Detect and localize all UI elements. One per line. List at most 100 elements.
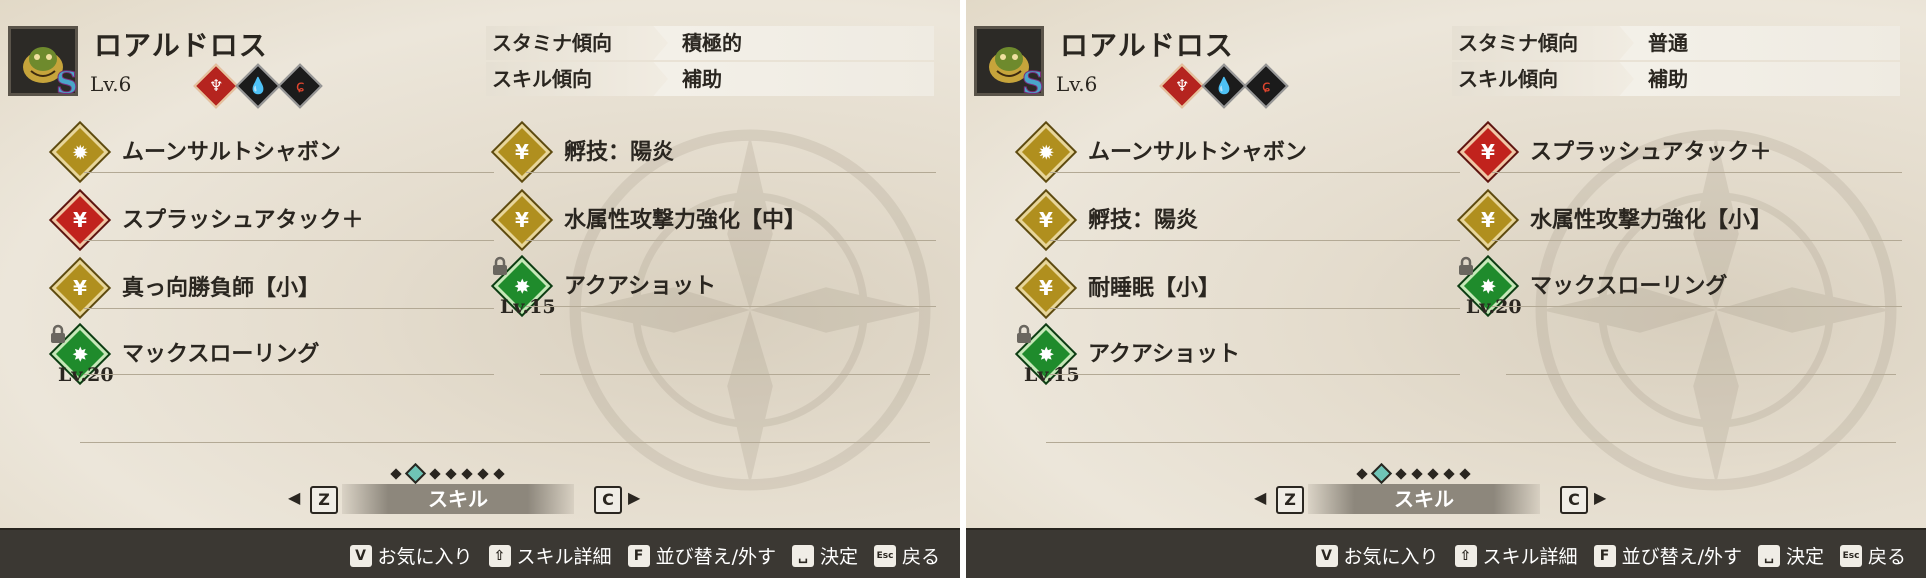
skill-slot[interactable]: ✹ ムーンサルトシャボン xyxy=(1017,123,1460,181)
skill-slot-locked[interactable]: ✸ Lv.20 マックスローリング xyxy=(1459,256,1902,318)
page-dot xyxy=(493,467,505,480)
footer-label: お気に入り xyxy=(1343,546,1439,568)
divider xyxy=(540,374,930,375)
monstie-panel-right: S ロアルドロス Lv.6 ♆ 💧 ɕ スタミナ傾向 普通 スキル傾向 補助 ✹… xyxy=(966,0,1926,578)
footer-label: お気に入り xyxy=(377,546,473,568)
tab-skills[interactable]: スキル xyxy=(1308,484,1540,514)
back-action[interactable]: Esc 戻る xyxy=(1839,542,1906,569)
info-value: 補助 xyxy=(1648,67,1688,91)
lock-icon xyxy=(1456,256,1476,276)
lock-icon xyxy=(48,324,68,344)
favorite-action[interactable]: V お気に入り xyxy=(349,542,473,569)
skill-slot-locked[interactable]: ✸ Lv.15 アクアショット xyxy=(1017,324,1460,386)
sort-remove-action[interactable]: F 並び替え/外す xyxy=(1593,542,1742,569)
divider xyxy=(1492,306,1902,307)
shift-key-icon: ⇧ xyxy=(1454,544,1477,567)
divider xyxy=(526,172,936,173)
water-element-icon: 💧 xyxy=(235,63,281,109)
info-key: スタミナ傾向 xyxy=(486,26,668,60)
divider xyxy=(84,172,494,173)
divider xyxy=(1050,308,1460,309)
skill-name: スプラッシュアタック＋ xyxy=(122,208,364,233)
monster-name: ロアルドロス xyxy=(1060,29,1234,62)
power-attack-icon: ♆ xyxy=(1159,63,1205,109)
confirm-action[interactable]: ␣ 決定 xyxy=(791,542,858,569)
divider xyxy=(80,442,930,443)
page-dot-active xyxy=(404,462,427,485)
f-key-icon: F xyxy=(1593,544,1616,567)
skill-detail-action[interactable]: ⇧ スキル詳細 xyxy=(1454,542,1578,569)
divider xyxy=(1050,240,1460,241)
chevron-left-icon[interactable]: ◀ xyxy=(288,488,300,507)
prev-tab-key[interactable]: Z xyxy=(310,486,338,514)
divider xyxy=(1492,240,1902,241)
info-table: スタミナ傾向 普通 スキル傾向 補助 xyxy=(1452,26,1900,98)
skill-name: マックスローリング xyxy=(1530,274,1728,299)
skill-name: マックスローリング xyxy=(122,342,320,367)
chevron-left-icon[interactable]: ◀ xyxy=(1254,488,1266,507)
footer-label: スキル詳細 xyxy=(516,546,612,568)
next-tab-key[interactable]: C xyxy=(594,486,622,514)
skill-name: スプラッシュアタック＋ xyxy=(1530,140,1772,165)
sort-remove-action[interactable]: F 並び替え/外す xyxy=(627,542,776,569)
page-dot xyxy=(1427,467,1439,480)
stamina-tendency-row: スタミナ傾向 積極的 xyxy=(486,26,934,60)
info-key: スタミナ傾向 xyxy=(1452,26,1634,60)
tab-skills[interactable]: スキル xyxy=(342,484,574,514)
divider xyxy=(84,374,494,375)
attack-type-icons: ♆ 💧 ɕ xyxy=(193,63,323,109)
unlock-level: Lv.15 xyxy=(500,296,556,318)
skill-slot[interactable]: ¥ 水属性攻撃力強化【小】 xyxy=(1459,191,1902,249)
skill-name: 水属性攻撃力強化【小】 xyxy=(1530,208,1773,233)
skill-name: 真っ向勝負師【小】 xyxy=(122,276,321,301)
skill-name: 水属性攻撃力強化【中】 xyxy=(564,208,807,233)
space-key-icon: ␣ xyxy=(791,544,814,567)
divider xyxy=(1492,172,1902,173)
skill-detail-action[interactable]: ⇧ スキル詳細 xyxy=(488,542,612,569)
skill-slot[interactable]: ¥ 真っ向勝負師【小】 xyxy=(51,259,494,317)
fire-element-icon: ɕ xyxy=(277,63,323,109)
skill-slot[interactable]: ¥ スプラッシュアタック＋ xyxy=(1459,123,1902,181)
stamina-tendency-row: スタミナ傾向 普通 xyxy=(1452,26,1900,60)
footer-label: 戻る xyxy=(1867,546,1906,568)
attack-type-icons: ♆ 💧 ɕ xyxy=(1159,63,1289,109)
space-key-icon: ␣ xyxy=(1757,544,1780,567)
skill-slot-locked[interactable]: ✸ Lv.20 マックスローリング xyxy=(51,324,494,386)
divider xyxy=(1050,374,1460,375)
power-attack-icon: ♆ xyxy=(193,63,239,109)
chevron-right-icon[interactable]: ▶ xyxy=(1594,488,1606,507)
tab-bar: ◀ Z スキル C ▶ xyxy=(282,484,652,514)
next-tab-key[interactable]: C xyxy=(1560,486,1588,514)
esc-key-icon: Esc xyxy=(873,544,896,567)
skill-slot[interactable]: ¥ 孵技：陽炎 xyxy=(493,123,936,181)
page-dot xyxy=(461,467,473,480)
skill-slot[interactable]: ¥ 水属性攻撃力強化【中】 xyxy=(493,191,936,249)
favorite-action[interactable]: V お気に入り xyxy=(1315,542,1439,569)
chevron-right-icon[interactable]: ▶ xyxy=(628,488,640,507)
rank-badge: S xyxy=(56,66,79,102)
back-action[interactable]: Esc 戻る xyxy=(873,542,940,569)
skill-name: 孵技：陽炎 xyxy=(1088,208,1199,233)
footer-label: 並び替え/外す xyxy=(655,546,776,568)
footer-bar: V お気に入り ⇧ スキル詳細 F 並び替え/外す ␣ 決定 Esc 戻る xyxy=(0,528,960,578)
skill-slot[interactable]: ¥ 耐睡眠【小】 xyxy=(1017,259,1460,317)
confirm-action[interactable]: ␣ 決定 xyxy=(1757,542,1824,569)
skill-slot-locked[interactable]: ✸ Lv.15 アクアショット xyxy=(493,256,936,318)
water-element-icon: 💧 xyxy=(1201,63,1247,109)
divider xyxy=(1506,374,1896,375)
prev-tab-key[interactable]: Z xyxy=(1276,486,1304,514)
skill-tendency-row: スキル傾向 補助 xyxy=(486,62,934,96)
skill-name: アクアショット xyxy=(1088,342,1241,367)
tab-bar: ◀ Z スキル C ▶ xyxy=(1248,484,1618,514)
page-dot xyxy=(1459,467,1471,480)
lock-icon xyxy=(1014,324,1034,344)
info-value: 普通 xyxy=(1648,31,1688,55)
footer-label: スキル詳細 xyxy=(1482,546,1578,568)
skill-slot[interactable]: ✹ ムーンサルトシャボン xyxy=(51,123,494,181)
footer-label: 決定 xyxy=(1785,546,1824,568)
skill-name: 耐睡眠【小】 xyxy=(1088,276,1221,301)
skill-slot[interactable]: ¥ 孵技：陽炎 xyxy=(1017,191,1460,249)
skill-slot[interactable]: ¥ スプラッシュアタック＋ xyxy=(51,191,494,249)
page-dot xyxy=(1356,467,1368,480)
info-key: スキル傾向 xyxy=(1452,62,1634,96)
